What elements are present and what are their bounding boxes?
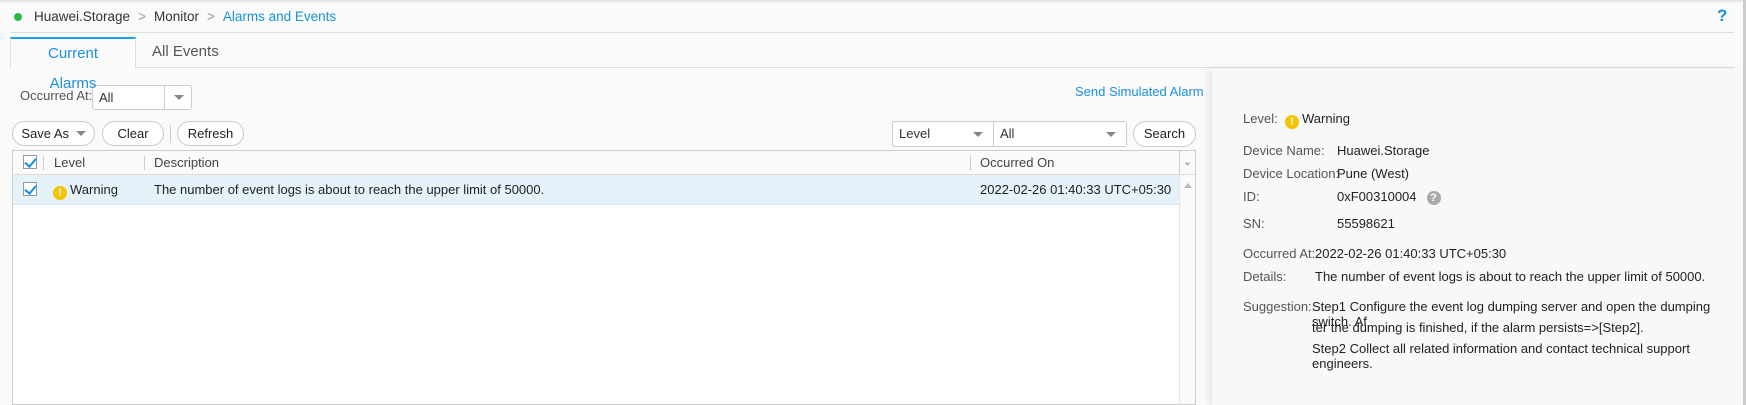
sn-label: SN: xyxy=(1243,216,1265,231)
level-field-value: Level xyxy=(899,126,931,141)
clear-button[interactable]: Clear xyxy=(102,121,164,146)
save-as-button[interactable]: Save As xyxy=(12,121,95,146)
column-header-level[interactable]: Level xyxy=(54,155,85,170)
suggestion-label: Suggestion: xyxy=(1243,299,1312,314)
scroll-up-icon[interactable] xyxy=(1184,183,1192,188)
occurred-at-value: All xyxy=(93,86,165,109)
level-field-select[interactable]: Level xyxy=(893,122,994,146)
occurred-at-select[interactable]: All xyxy=(92,85,192,110)
chevron-down-icon xyxy=(1106,132,1116,137)
breadcrumb-device[interactable]: Huawei.Storage xyxy=(34,9,130,24)
alarms-table: Level Description Occurred On ⌄ ! Warning… xyxy=(12,150,1196,405)
level-value: ! Warning xyxy=(1285,111,1350,129)
id-label: ID: xyxy=(1243,189,1260,204)
top-shadow xyxy=(0,0,1746,3)
toolbar-separator xyxy=(170,125,171,143)
tab-divider xyxy=(10,67,1734,68)
id-text: 0xF00310004 xyxy=(1337,189,1417,204)
device-location-value: Pune (West) xyxy=(1337,166,1410,181)
warning-icon: ! xyxy=(53,186,67,200)
save-as-label: Save As xyxy=(21,126,70,141)
select-all-checkbox[interactable] xyxy=(23,155,37,169)
occurred-at-value: 2022-02-26 01:40:33 UTC+05:30 xyxy=(1315,246,1507,261)
breadcrumb-monitor[interactable]: Monitor xyxy=(154,9,199,24)
refresh-button[interactable]: Refresh xyxy=(177,121,244,146)
send-simulated-alarm-link[interactable]: Send Simulated Alarm xyxy=(1075,84,1204,99)
warning-icon: ! xyxy=(1285,115,1299,129)
level-value-select[interactable]: All xyxy=(994,122,1126,146)
device-name-value: Huawei.Storage xyxy=(1337,143,1430,158)
chevron-down-icon xyxy=(174,95,184,100)
suggestion-line: ter the dumping is finished, if the alar… xyxy=(1312,320,1644,335)
table-header: Level Description Occurred On ⌄ xyxy=(13,151,1195,175)
level-filter[interactable]: Level All xyxy=(892,121,1127,147)
alarm-details-panel: Level: ! Warning Device Name: Huawei.Stor… xyxy=(1212,69,1744,405)
occurred-at-label: Occurred At: xyxy=(1243,246,1316,261)
table-row[interactable]: ! Warning The number of event logs is abo… xyxy=(13,175,1180,205)
column-header-description[interactable]: Description xyxy=(154,155,219,170)
row-level: ! Warning xyxy=(53,182,118,200)
column-divider xyxy=(970,156,971,170)
chevron-down-icon xyxy=(75,131,86,136)
vertical-scrollbar[interactable] xyxy=(1179,175,1195,404)
level-text: Warning xyxy=(1302,111,1350,126)
row-level-text: Warning xyxy=(70,182,118,197)
divider xyxy=(10,32,1734,33)
column-divider xyxy=(144,156,145,170)
column-divider xyxy=(43,156,44,170)
sn-value: 55598621 xyxy=(1337,216,1395,231)
search-button[interactable]: Search xyxy=(1133,121,1196,147)
row-checkbox[interactable] xyxy=(23,182,37,196)
id-value: 0xF00310004? xyxy=(1337,189,1441,205)
row-description: The number of event logs is about to rea… xyxy=(154,182,545,197)
column-header-occurred-on[interactable]: Occurred On xyxy=(980,155,1054,170)
chevron-right-icon: > xyxy=(138,9,146,24)
level-label: Level: xyxy=(1243,111,1278,126)
question-icon[interactable]: ? xyxy=(1426,191,1441,205)
device-name-label: Device Name: xyxy=(1243,143,1325,158)
details-label: Details: xyxy=(1243,269,1287,284)
tab-current-alarms[interactable]: Current Alarms xyxy=(10,37,136,92)
chevron-down-icon xyxy=(973,132,983,137)
row-occurred-on: 2022-02-26 01:40:33 UTC+05:30 xyxy=(980,182,1172,197)
chevron-right-icon: > xyxy=(206,9,215,24)
status-dot-icon xyxy=(14,12,22,21)
column-settings-icon[interactable]: ⌄ xyxy=(1179,151,1195,174)
level-filter-value: All xyxy=(1000,126,1015,141)
help-icon[interactable]: ? xyxy=(1717,6,1727,26)
tab-all-events[interactable]: All Events xyxy=(136,37,235,68)
device-location-label: Device Location: xyxy=(1243,166,1340,181)
breadcrumb-current: Alarms and Events xyxy=(222,9,337,24)
breadcrumb: Huawei.Storage > Monitor > Alarms and Ev… xyxy=(14,9,336,24)
details-value: The number of event logs is about to rea… xyxy=(1315,269,1706,284)
suggestion-line: Step2 Collect all related information an… xyxy=(1312,341,1690,371)
